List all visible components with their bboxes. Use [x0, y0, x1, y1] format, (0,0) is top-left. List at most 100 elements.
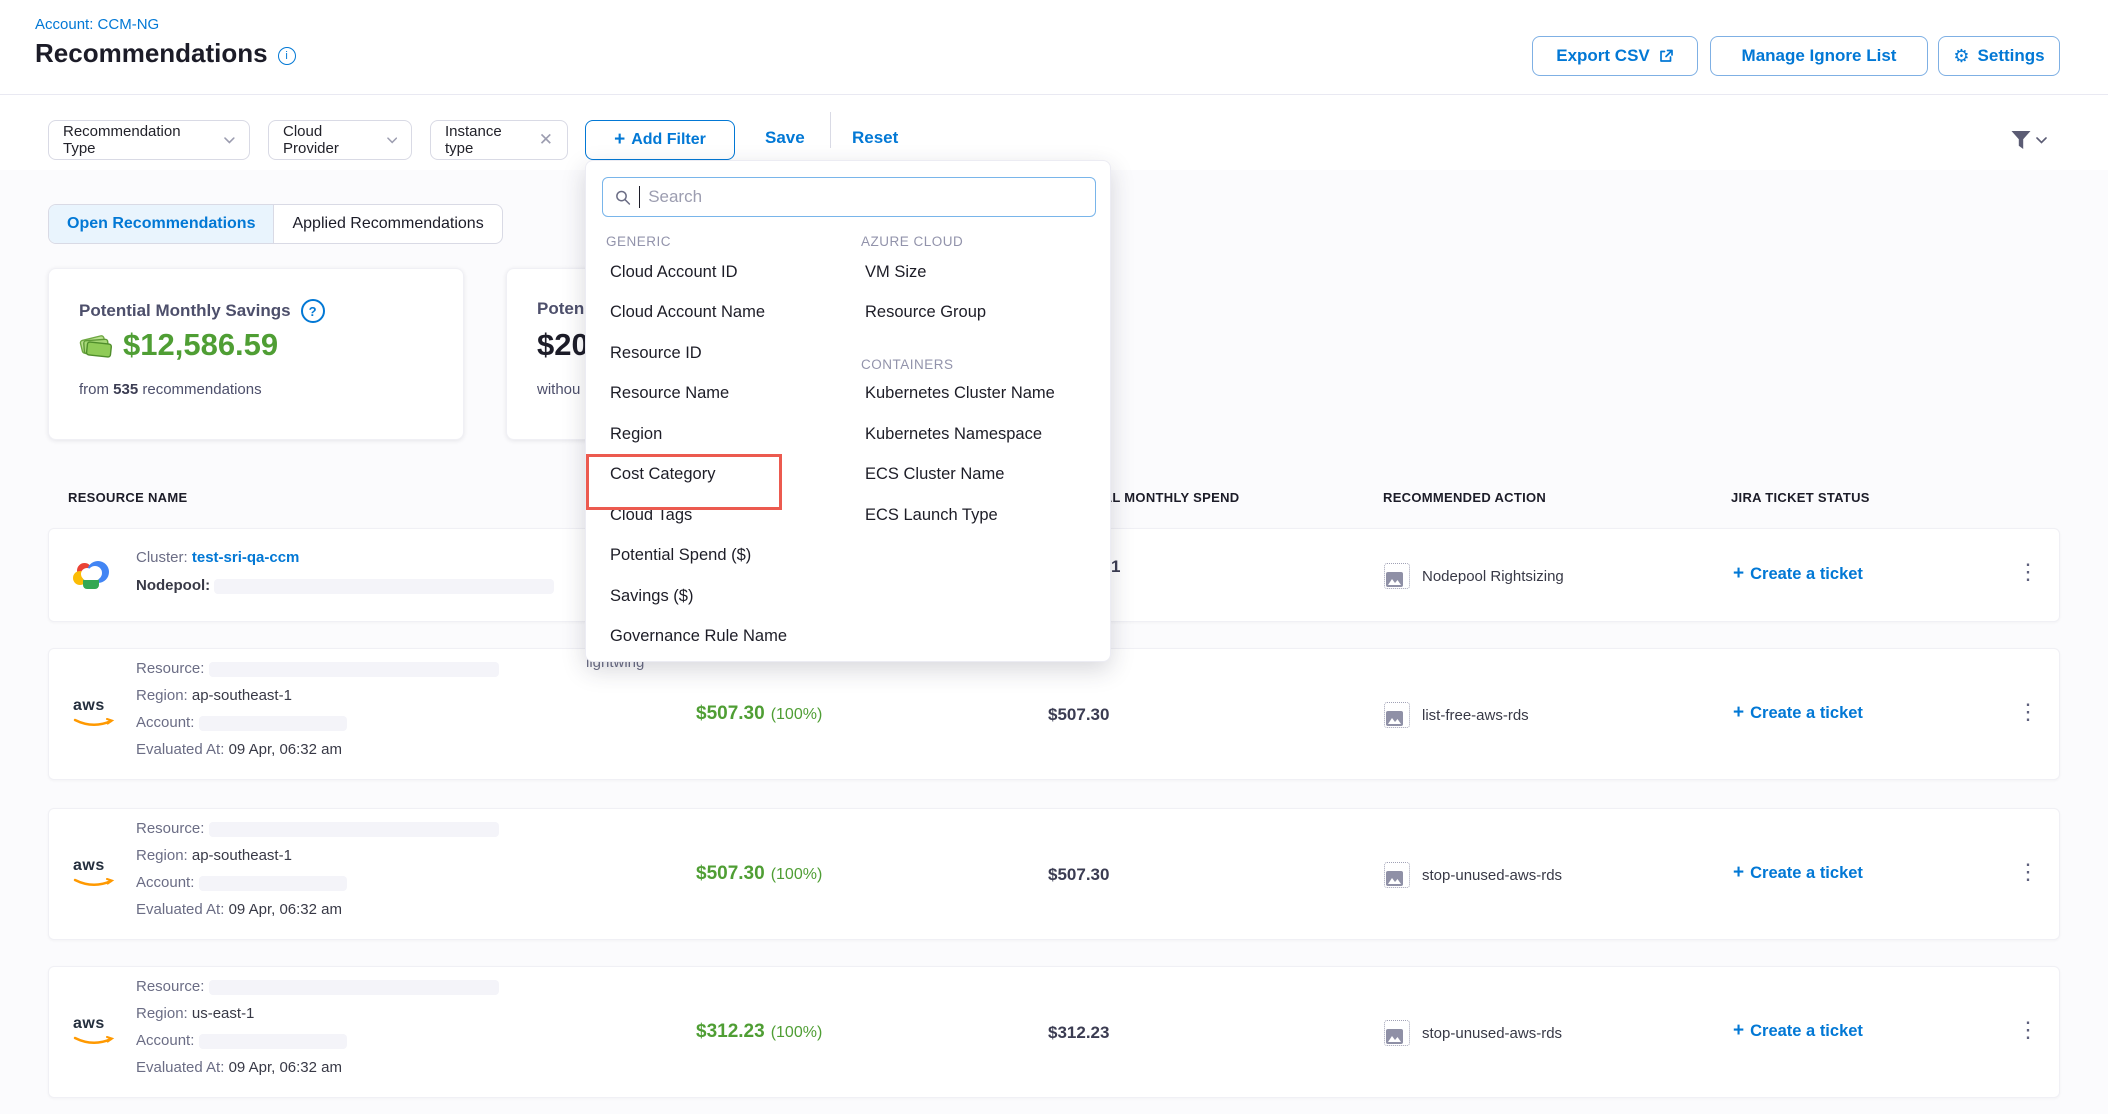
- account-breadcrumb[interactable]: Account: CCM-NG: [35, 16, 159, 33]
- resource-label: Resource:: [136, 660, 209, 677]
- create-ticket-link[interactable]: +Create a ticket: [1733, 702, 1863, 724]
- dropdown-item-vm-size[interactable]: VM Size: [865, 263, 926, 282]
- dropdown-section-containers: CONTAINERS: [861, 357, 954, 372]
- dropdown-item-kubernetes-namespace[interactable]: Kubernetes Namespace: [865, 425, 1042, 444]
- row-menu-kebab-icon[interactable]: ⋮: [2017, 1019, 2039, 1041]
- total-spend-fragment: 1: [1111, 557, 1120, 577]
- row-menu-kebab-icon[interactable]: ⋮: [2017, 701, 2039, 723]
- savings-card-subtitle: from 535 recommendations: [79, 381, 262, 398]
- plus-icon: +: [1733, 702, 1744, 723]
- help-icon[interactable]: ?: [301, 299, 325, 323]
- filter-panel-toggle[interactable]: [2010, 130, 2047, 150]
- monthly-savings-value: $507.30(100%): [696, 863, 822, 885]
- filter-chip-recommendation-type[interactable]: Recommendation Type: [48, 120, 250, 160]
- export-csv-label: Export CSV: [1556, 46, 1650, 66]
- dropdown-item-governance-rule-name[interactable]: Governance Rule Name: [610, 627, 787, 646]
- dropdown-item-ecs-launch-type[interactable]: ECS Launch Type: [865, 506, 998, 525]
- action-image-placeholder-icon: [1384, 1020, 1410, 1046]
- monthly-savings-value: $312.23(100%): [696, 1021, 822, 1043]
- info-icon[interactable]: i: [278, 47, 296, 65]
- tab-open-recommendations[interactable]: Open Recommendations: [49, 205, 274, 243]
- cost-category-highlight-annotation: [586, 454, 782, 510]
- chevron-down-icon: [2036, 137, 2047, 144]
- remove-filter-icon[interactable]: ✕: [539, 130, 553, 150]
- total-monthly-spend-value: $507.30: [1048, 705, 1109, 725]
- nodepool-label: Nodepool:: [136, 577, 214, 594]
- dropdown-item-cloud-account-id[interactable]: Cloud Account ID: [610, 263, 738, 282]
- filter-chip-instance-type[interactable]: Instance type ✕: [430, 120, 568, 160]
- add-filter-dropdown-panel: GENERIC Cloud Account ID Cloud Account N…: [585, 160, 1111, 662]
- plus-icon: +: [1733, 563, 1744, 584]
- region-value: us-east-1: [192, 1005, 255, 1022]
- aws-icon: aws: [73, 1015, 115, 1051]
- text-cursor: [639, 186, 640, 208]
- dropdown-item-ecs-cluster-name[interactable]: ECS Cluster Name: [865, 465, 1004, 484]
- table-row[interactable]: aws lightwing Resource: Region: ap-south…: [48, 648, 2060, 780]
- evaluated-at-value: 09 Apr, 06:32 am: [229, 1059, 342, 1076]
- create-ticket-link[interactable]: +Create a ticket: [1733, 862, 1863, 884]
- gcp-icon: [73, 561, 109, 591]
- spend-card-title-fragment: Poten: [537, 299, 584, 319]
- redacted-resource-value: [209, 662, 499, 677]
- region-value: ap-southeast-1: [192, 847, 292, 864]
- dropdown-search-field[interactable]: [602, 177, 1096, 217]
- redacted-account-value: [199, 1034, 347, 1049]
- action-image-placeholder-icon: [1384, 702, 1410, 728]
- potential-monthly-savings-card: Potential Monthly Savings ? $12,586.59 f…: [48, 268, 464, 440]
- recommended-action-label: stop-unused-aws-rds: [1422, 867, 1562, 884]
- evaluated-at-label: Evaluated At:: [136, 741, 229, 758]
- tab-applied-recommendations[interactable]: Applied Recommendations: [274, 205, 501, 243]
- manage-ignore-list-button[interactable]: Manage Ignore List: [1710, 36, 1928, 76]
- resource-label: Resource:: [136, 820, 209, 837]
- settings-button[interactable]: ⚙ Settings: [1938, 36, 2060, 76]
- column-header-resource-name: RESOURCE NAME: [68, 490, 187, 505]
- dropdown-item-region[interactable]: Region: [610, 425, 662, 444]
- recommendations-tabs: Open Recommendations Applied Recommendat…: [48, 204, 503, 244]
- search-input[interactable]: [648, 187, 1083, 207]
- column-header-jira-ticket-status: JIRA TICKET STATUS: [1731, 490, 1870, 505]
- chip-label: Cloud Provider: [283, 123, 377, 157]
- redacted-account-value: [199, 876, 347, 891]
- dropdown-section-azure-cloud: AZURE CLOUD: [861, 234, 963, 249]
- region-label: Region:: [136, 1005, 192, 1022]
- dropdown-item-kubernetes-cluster-name[interactable]: Kubernetes Cluster Name: [865, 384, 1055, 403]
- spend-card-value-fragment: $20: [537, 327, 589, 363]
- redacted-resource-value: [209, 822, 499, 837]
- dropdown-item-cloud-account-name[interactable]: Cloud Account Name: [610, 303, 765, 322]
- filter-chip-cloud-provider[interactable]: Cloud Provider: [268, 120, 412, 160]
- cluster-name-link[interactable]: test-sri-qa-ccm: [192, 549, 300, 566]
- export-csv-button[interactable]: Export CSV: [1532, 36, 1698, 76]
- account-label: Account:: [136, 714, 199, 731]
- column-header-recommended-action: RECOMMENDED ACTION: [1383, 490, 1546, 505]
- save-filter-link[interactable]: Save: [765, 128, 805, 148]
- dropdown-item-resource-group[interactable]: Resource Group: [865, 303, 986, 322]
- table-row[interactable]: aws Resource: Region: ap-southeast-1 Acc…: [48, 808, 2060, 940]
- evaluated-at-value: 09 Apr, 06:32 am: [229, 901, 342, 918]
- add-filter-button[interactable]: + Add Filter: [585, 120, 735, 160]
- create-ticket-link[interactable]: +Create a ticket: [1733, 1020, 1863, 1042]
- manage-ignore-list-label: Manage Ignore List: [1742, 46, 1897, 66]
- reset-filter-link[interactable]: Reset: [852, 128, 898, 148]
- recommended-action-label: stop-unused-aws-rds: [1422, 1025, 1562, 1042]
- dropdown-item-resource-name[interactable]: Resource Name: [610, 384, 729, 403]
- plus-icon: +: [614, 129, 625, 151]
- dropdown-item-savings[interactable]: Savings ($): [610, 587, 693, 606]
- table-row[interactable]: aws Resource: Region: us-east-1 Account:…: [48, 966, 2060, 1098]
- chevron-down-icon: [224, 137, 235, 144]
- evaluated-at-label: Evaluated At:: [136, 1059, 229, 1076]
- row-menu-kebab-icon[interactable]: ⋮: [2017, 861, 2039, 883]
- dropdown-item-resource-id[interactable]: Resource ID: [610, 344, 702, 363]
- total-monthly-spend-value: $312.23: [1048, 1023, 1109, 1043]
- aws-icon: aws: [73, 857, 115, 893]
- region-label: Region:: [136, 687, 192, 704]
- gear-icon: ⚙: [1953, 46, 1969, 67]
- savings-card-title: Potential Monthly Savings: [79, 301, 291, 321]
- dropdown-item-potential-spend[interactable]: Potential Spend ($): [610, 546, 751, 565]
- create-ticket-link[interactable]: +Create a ticket: [1733, 563, 1863, 585]
- row-menu-kebab-icon[interactable]: ⋮: [2017, 561, 2039, 583]
- account-label: Account:: [136, 1032, 199, 1049]
- redacted-nodepool-value: [214, 579, 554, 594]
- total-monthly-spend-value: $507.30: [1048, 865, 1109, 885]
- funnel-icon: [2010, 130, 2032, 150]
- plus-icon: +: [1733, 1020, 1744, 1041]
